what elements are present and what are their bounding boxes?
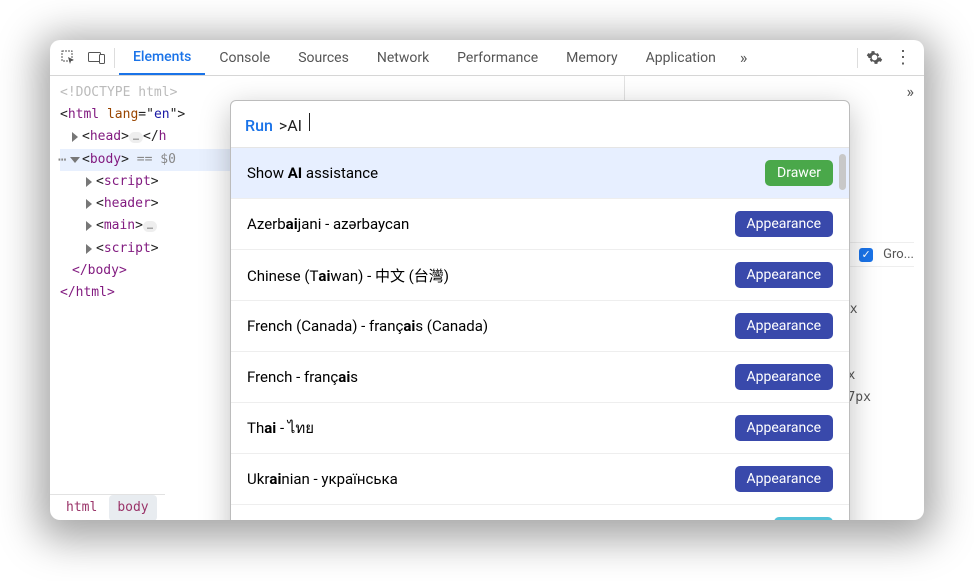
divider xyxy=(114,48,115,68)
palette-row-label: Ukrainian - українська xyxy=(247,470,398,488)
palette-row[interactable]: French - français Appearance xyxy=(231,352,849,403)
inspect-icon[interactable] xyxy=(56,45,82,71)
crumb-html[interactable]: html xyxy=(58,495,105,521)
palette-row-pill: Appearance xyxy=(735,262,833,288)
devtools-topbar: Elements Console Sources Network Perform… xyxy=(50,40,924,76)
palette-row-pill: Appearance xyxy=(735,313,833,339)
palette-row-pill: Appearance xyxy=(735,415,833,441)
palette-prefix: Run xyxy=(245,116,273,135)
command-palette-input[interactable]: Run >AI xyxy=(231,101,849,148)
palette-row-label: Azerbaijani - azərbaycan xyxy=(247,215,409,233)
crumb-body[interactable]: body xyxy=(109,495,156,521)
group-checkbox[interactable] xyxy=(859,248,873,262)
command-palette: Run >AI Show AI assistance Drawer Azerba… xyxy=(230,100,850,520)
palette-row-pill: Appearance xyxy=(735,466,833,492)
tab-console[interactable]: Console xyxy=(205,40,284,75)
scrollbar[interactable] xyxy=(839,154,846,190)
gutter-menu-icon[interactable]: ⋯ xyxy=(58,149,66,171)
palette-row-label: Chinese (Taiwan) - 中文 (台灣) xyxy=(247,265,449,286)
tab-elements[interactable]: Elements xyxy=(119,40,205,75)
palette-row-label: French (Canada) - français (Canada) xyxy=(247,317,488,335)
palette-row-pill: Appearance xyxy=(735,211,833,237)
devtools-window: Elements Console Sources Network Perform… xyxy=(50,40,924,520)
palette-row-label: Thai - ไทย xyxy=(247,416,314,440)
tab-memory[interactable]: Memory xyxy=(552,40,631,75)
palette-row-pill: Appearance xyxy=(735,364,833,390)
palette-query: >AI xyxy=(279,116,302,135)
divider xyxy=(857,48,858,68)
palette-row[interactable]: French (Canada) - français (Canada) Appe… xyxy=(231,301,849,352)
palette-row-label: Show AI assistance xyxy=(247,164,378,182)
palette-row[interactable]: Show Application Panel xyxy=(231,505,849,520)
tab-network[interactable]: Network xyxy=(363,40,443,75)
panel-tabs: Elements Console Sources Network Perform… xyxy=(119,40,730,75)
palette-row-pill: Panel xyxy=(774,517,833,520)
text-cursor xyxy=(309,113,310,131)
tab-sources[interactable]: Sources xyxy=(284,40,363,75)
styles-overflow-icon[interactable]: » xyxy=(907,82,915,101)
palette-row[interactable]: Ukrainian - українська Appearance xyxy=(231,454,849,505)
group-label: Gro... xyxy=(883,247,914,262)
tab-performance[interactable]: Performance xyxy=(443,40,552,75)
palette-row[interactable]: Show AI assistance Drawer xyxy=(231,148,849,199)
breadcrumb: html body xyxy=(50,494,165,520)
kebab-menu-icon[interactable]: ⋮ xyxy=(888,47,918,68)
command-palette-list: Show AI assistance Drawer Azerbaijani - … xyxy=(231,148,849,520)
device-toggle-icon[interactable] xyxy=(84,45,110,71)
tabs-overflow-icon[interactable]: » xyxy=(732,48,756,67)
palette-row[interactable]: Azerbaijani - azərbaycan Appearance xyxy=(231,199,849,250)
tab-application[interactable]: Application xyxy=(632,40,730,75)
palette-row[interactable]: Chinese (Taiwan) - 中文 (台灣) Appearance xyxy=(231,250,849,301)
palette-row-label: French - français xyxy=(247,368,358,386)
palette-row-pill: Drawer xyxy=(765,160,833,186)
settings-gear-icon[interactable] xyxy=(862,46,886,70)
palette-row[interactable]: Thai - ไทย Appearance xyxy=(231,403,849,454)
